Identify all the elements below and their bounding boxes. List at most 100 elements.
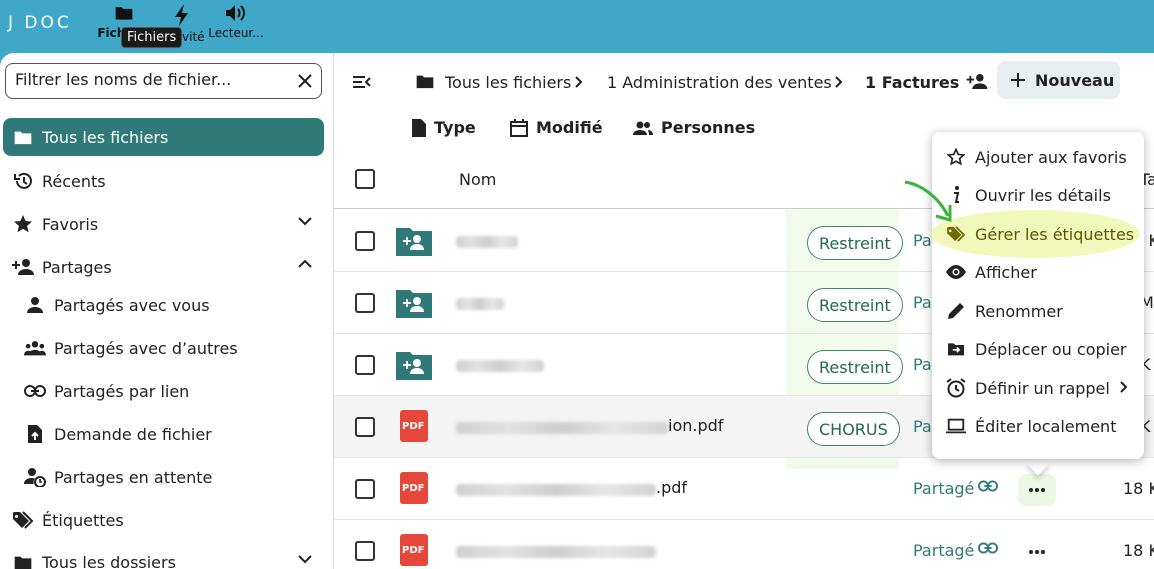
share-status[interactable]: Partagé (913, 541, 974, 560)
share-status[interactable]: Pa (913, 417, 932, 436)
file-size: 18 K (1123, 479, 1154, 498)
sidebar-item-recent[interactable]: Récents (3, 162, 324, 200)
row-checkbox[interactable] (355, 355, 375, 375)
file-name-suffix: ion.pdf (668, 416, 724, 435)
app-logo[interactable]: J DOC (8, 13, 72, 33)
tag-badge[interactable]: Restreint (807, 350, 903, 384)
row-checkbox[interactable] (355, 293, 375, 313)
folder-icon (12, 126, 34, 148)
eye-icon (946, 265, 966, 279)
file-name-redacted (456, 484, 656, 496)
chevron-right-icon (835, 76, 843, 88)
sidebar-item-shared-with-you[interactable]: Partagés avec vous (3, 286, 324, 324)
sidebar-item-file-request[interactable]: Demande de fichier (3, 415, 324, 453)
move-icon (946, 341, 966, 357)
chevron-down-icon[interactable] (298, 216, 312, 226)
menu-item-label: Éditer localement (975, 416, 1117, 436)
menu-item-label: Définir un rappel (975, 378, 1110, 398)
menu-item-rename[interactable]: Renommer (932, 292, 1144, 330)
collapse-sidebar-icon[interactable] (353, 76, 371, 88)
sidebar-item-label: Partagés par lien (54, 381, 190, 401)
new-button[interactable]: Nouveau (997, 61, 1120, 99)
link-icon[interactable] (978, 542, 998, 554)
shared-folder-icon (396, 352, 432, 380)
folder-icon (12, 551, 34, 569)
row-checkbox[interactable] (355, 479, 375, 499)
sidebar-item-shared-with-others[interactable]: Partagés avec d’autres (3, 329, 324, 367)
column-name-header[interactable]: Nom (459, 170, 496, 189)
menu-item-view[interactable]: Afficher (932, 253, 1144, 291)
menu-item-open-details[interactable]: Ouvrir les détails (932, 176, 1144, 214)
filter-type[interactable]: Type (412, 118, 476, 137)
app-reader[interactable]: Lecteur... (206, 4, 266, 40)
menu-item-edit-locally[interactable]: Éditer localement (932, 407, 1144, 445)
breadcrumb-factures[interactable]: 1 Factures (865, 73, 959, 92)
filter-people[interactable]: Personnes (633, 118, 755, 137)
select-all-checkbox[interactable] (355, 169, 375, 189)
tag-badge[interactable]: Restreint (807, 288, 903, 322)
sidebar-item-label: Partagés avec vous (54, 295, 210, 315)
dots-horizontal-icon (1029, 550, 1045, 554)
tag-badge[interactable]: CHORUS (807, 412, 900, 446)
menu-item-add-favorite[interactable]: Ajouter aux favoris (932, 138, 1144, 176)
group-icon (24, 337, 46, 359)
sidebar-item-favorites[interactable]: Favoris (3, 205, 324, 243)
breadcrumb-all-files[interactable]: Tous les fichiers (445, 73, 571, 92)
file-name-redacted (456, 236, 518, 248)
chevron-right-icon (575, 76, 583, 88)
menu-item-label: Déplacer ou copier (975, 339, 1127, 359)
breadcrumb-admin-ventes[interactable]: 1 Administration des ventes (607, 73, 832, 92)
people-icon (633, 121, 653, 135)
menu-item-label: Afficher (975, 262, 1037, 282)
sidebar-item-shared-by-link[interactable]: Partagés par lien (3, 372, 324, 410)
chevron-up-icon[interactable] (298, 259, 312, 269)
share-status[interactable]: Pa (913, 355, 932, 374)
tag-badge[interactable]: Restreint (807, 226, 903, 260)
sidebar-item-label: Tous les fichiers (42, 127, 169, 147)
filter-type-label: Type (434, 118, 476, 137)
sidebar-item-label: Partages en attente (54, 467, 213, 487)
filter-input[interactable] (15, 70, 285, 89)
share-status[interactable]: Pa (913, 231, 932, 250)
more-actions-button[interactable] (1018, 474, 1056, 506)
dots-horizontal-icon (1029, 488, 1045, 492)
app-reader-label: Lecteur... (208, 26, 264, 40)
sidebar: Tous les fichiers Récents Favoris Partag… (0, 53, 333, 569)
row-checkbox[interactable] (355, 417, 375, 437)
filter-modified[interactable]: Modifié (510, 118, 603, 137)
menu-item-manage-tags[interactable]: Gérer les étiquettes (932, 215, 1144, 253)
annotation-arrow-icon (904, 180, 952, 222)
share-status[interactable]: Partagé (913, 479, 974, 498)
sidebar-item-label: Étiquettes (42, 510, 124, 530)
menu-item-move-copy[interactable]: Déplacer ou copier (932, 330, 1144, 368)
sidebar-item-pending-shares[interactable]: Partages en attente (3, 458, 324, 496)
person-clock-icon (24, 466, 46, 488)
star-outline-icon (946, 148, 966, 166)
share-icon[interactable] (966, 73, 988, 90)
menu-item-set-reminder[interactable]: Définir un rappel (932, 369, 1144, 407)
sidebar-item-label: Demande de fichier (54, 424, 212, 444)
filter-box (5, 63, 322, 99)
table-row[interactable]: PDF Partagé 18 K (334, 520, 1154, 569)
link-icon[interactable] (978, 480, 998, 492)
pdf-label: PDF (402, 483, 425, 494)
sidebar-item-all-files[interactable]: Tous les fichiers (3, 118, 324, 156)
filter-people-label: Personnes (661, 118, 756, 137)
sidebar-item-all-folders[interactable]: Tous les dossiers (3, 543, 324, 569)
row-checkbox[interactable] (355, 231, 375, 251)
row-checkbox[interactable] (355, 541, 375, 561)
chevron-down-icon[interactable] (298, 554, 312, 564)
more-actions-button[interactable] (1018, 536, 1056, 568)
laptop-icon (946, 418, 966, 434)
sidebar-item-shares[interactable]: Partages (3, 248, 324, 286)
pencil-icon (946, 302, 966, 320)
history-icon (12, 170, 34, 192)
share-status[interactable]: Pa (913, 293, 932, 312)
sidebar-item-tags[interactable]: Étiquettes (3, 501, 324, 539)
lightning-icon (175, 4, 188, 26)
file-name-redacted (456, 298, 504, 310)
sidebar-item-label: Tous les dossiers (42, 552, 176, 569)
close-icon[interactable] (297, 73, 313, 89)
shared-folder-icon (396, 228, 432, 256)
folder-icon (416, 75, 434, 89)
